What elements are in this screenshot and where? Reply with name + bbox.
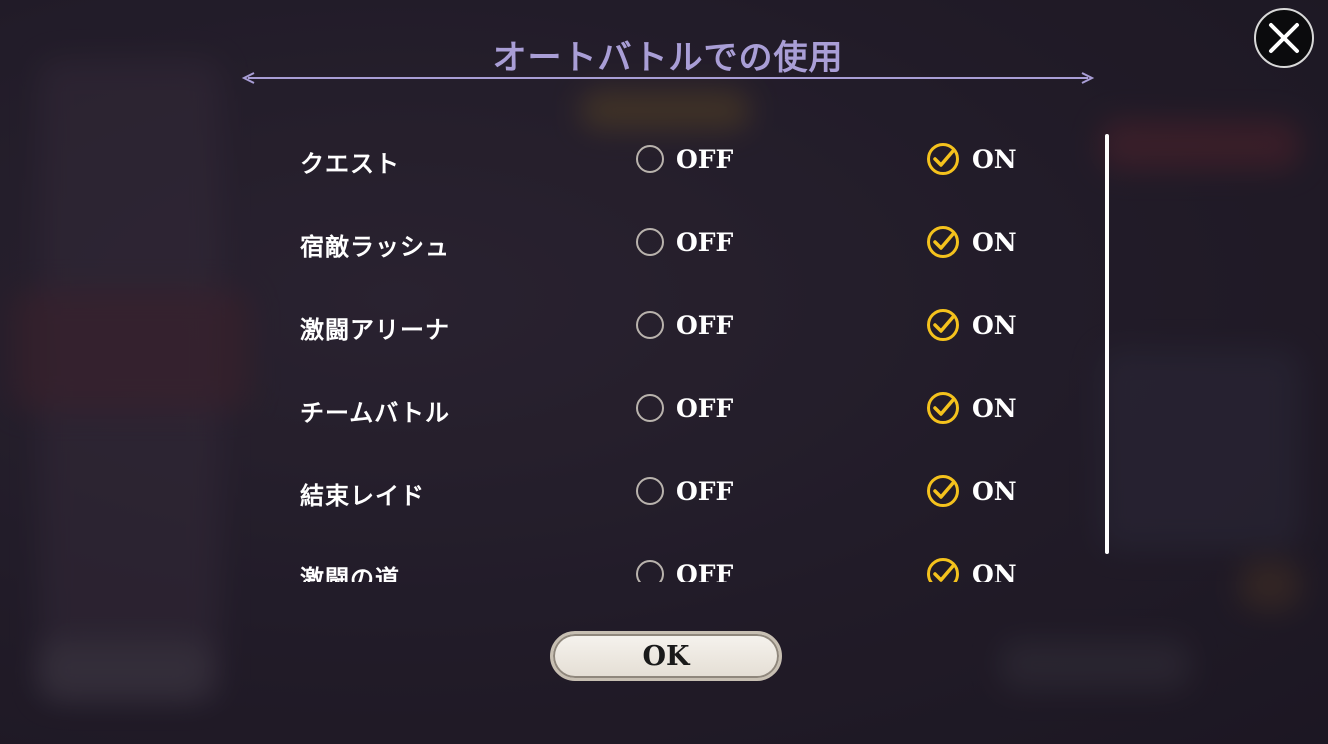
on-label: ON (972, 310, 1017, 340)
off-option[interactable]: OFF (636, 549, 733, 582)
off-option[interactable]: OFF (636, 217, 733, 267)
radio-unchecked-icon (636, 477, 664, 505)
off-option[interactable]: OFF (636, 466, 733, 516)
radio-unchecked-icon (636, 145, 664, 173)
on-label: ON (972, 144, 1017, 174)
on-label: ON (972, 559, 1017, 583)
on-option[interactable]: ON (926, 300, 1017, 350)
title-divider (241, 72, 1095, 84)
setting-label: 激闘アリーナ (300, 315, 450, 344)
on-option[interactable]: ON (926, 217, 1017, 267)
off-label: OFF (676, 227, 734, 257)
off-option[interactable]: OFF (636, 300, 733, 350)
scrollbar[interactable] (1105, 134, 1109, 554)
close-button[interactable] (1254, 8, 1314, 68)
ok-button[interactable]: OK (550, 631, 782, 681)
off-option[interactable]: OFF (636, 134, 733, 184)
radio-unchecked-icon (636, 560, 664, 582)
setting-label: 結束レイド (300, 481, 425, 510)
close-icon (1269, 23, 1299, 53)
setting-row-quest: クエスト OFF ON (290, 134, 1050, 184)
setting-label: 激闘の道 (300, 564, 400, 582)
off-label: OFF (676, 310, 734, 340)
setting-label: クエスト (300, 149, 400, 178)
setting-row-battle-road: 激闘の道 OFF ON (290, 549, 1050, 582)
on-label: ON (972, 227, 1017, 257)
setting-row-arena: 激闘アリーナ OFF ON (290, 300, 1050, 350)
off-label: OFF (676, 393, 734, 423)
check-circle-icon (927, 392, 959, 424)
on-label: ON (972, 476, 1017, 506)
on-option[interactable]: ON (926, 383, 1017, 433)
auto-battle-settings-screen: オートバトルでの使用 クエスト OFF ON 宿敵ラッシュ OFF ON 激闘ア… (0, 0, 1328, 744)
off-label: OFF (676, 476, 734, 506)
off-option[interactable]: OFF (636, 383, 733, 433)
setting-label: チームバトル (300, 398, 450, 427)
check-circle-icon (927, 309, 959, 341)
check-circle-icon (927, 558, 959, 582)
on-label: ON (972, 393, 1017, 423)
on-option[interactable]: ON (926, 549, 1017, 582)
check-circle-icon (927, 143, 959, 175)
ok-label: OK (642, 640, 690, 672)
radio-unchecked-icon (636, 228, 664, 256)
off-label: OFF (676, 144, 734, 174)
check-circle-icon (927, 226, 959, 258)
setting-row-team-battle: チームバトル OFF ON (290, 383, 1050, 433)
settings-list[interactable]: クエスト OFF ON 宿敵ラッシュ OFF ON 激闘アリーナ OFF ON … (290, 116, 1050, 582)
on-option[interactable]: ON (926, 134, 1017, 184)
radio-unchecked-icon (636, 311, 664, 339)
setting-row-rival-rush: 宿敵ラッシュ OFF ON (290, 217, 1050, 267)
on-option[interactable]: ON (926, 466, 1017, 516)
check-circle-icon (927, 475, 959, 507)
off-label: OFF (676, 559, 734, 583)
radio-unchecked-icon (636, 394, 664, 422)
setting-label: 宿敵ラッシュ (300, 232, 450, 261)
setting-row-raid: 結束レイド OFF ON (290, 466, 1050, 516)
